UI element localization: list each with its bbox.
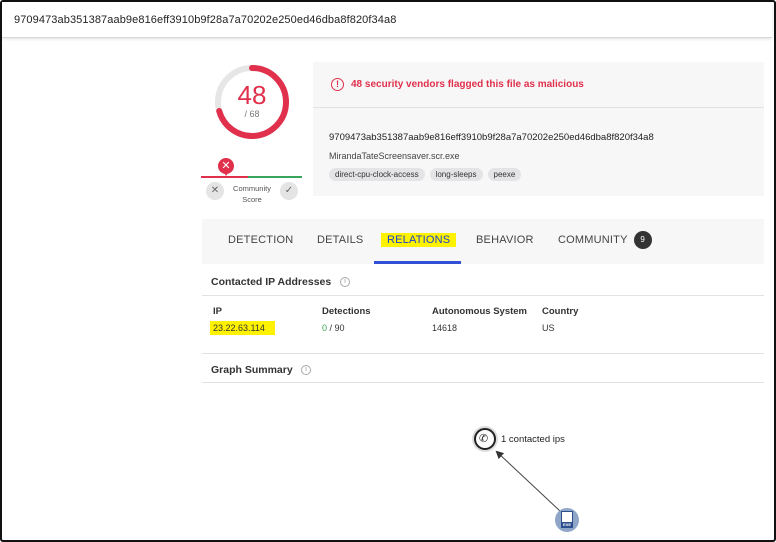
graph-node-contacted-ips[interactable]: ✆ (474, 428, 496, 450)
graph-edge (495, 450, 561, 512)
phone-call-icon: ✆ (479, 433, 489, 445)
file-ext-label: EXE (561, 522, 573, 528)
graph-node-label: 1 contacted ips (501, 434, 565, 445)
graph-node-file[interactable]: EXE (555, 508, 579, 532)
exe-file-icon: EXE (561, 511, 573, 528)
graph-edges (495, 450, 561, 512)
